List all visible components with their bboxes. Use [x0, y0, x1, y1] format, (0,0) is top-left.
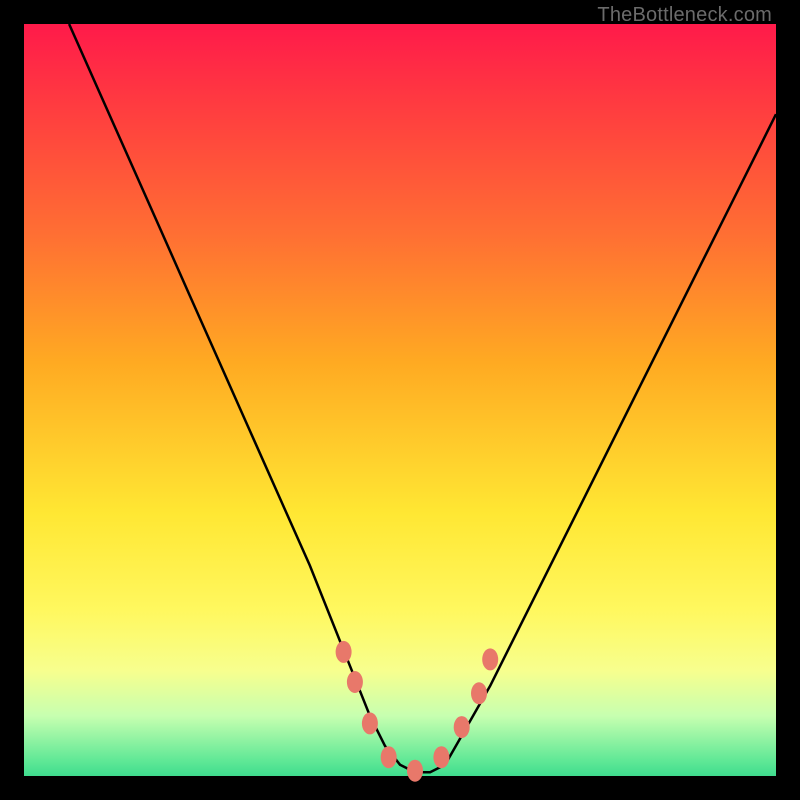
- threshold-marker: [407, 760, 423, 782]
- threshold-marker: [336, 641, 352, 663]
- chart-frame: TheBottleneck.com: [0, 0, 800, 800]
- threshold-marker: [454, 716, 470, 738]
- threshold-marker: [347, 671, 363, 693]
- bottleneck-curve: [69, 24, 776, 772]
- threshold-marker: [362, 712, 378, 734]
- watermark-text: TheBottleneck.com: [597, 4, 772, 27]
- threshold-marker: [482, 648, 498, 670]
- threshold-marker: [433, 746, 449, 768]
- threshold-marker: [381, 746, 397, 768]
- plot-svg: [24, 24, 776, 776]
- plot-area: [24, 24, 776, 776]
- threshold-markers-group: [336, 641, 499, 782]
- threshold-marker: [471, 682, 487, 704]
